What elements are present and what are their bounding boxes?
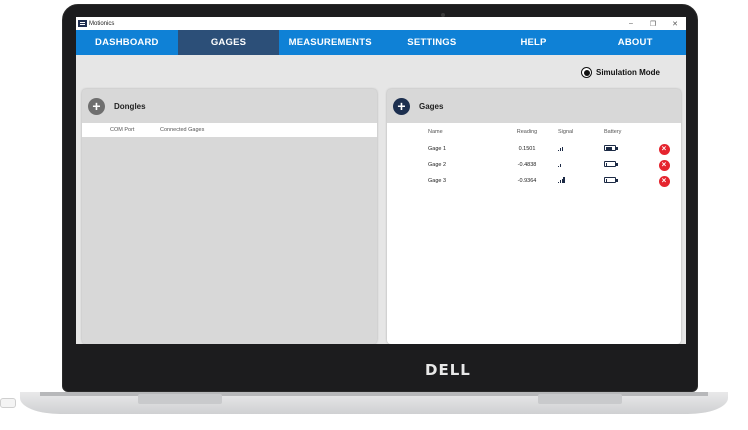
maximize-button[interactable]: ❐ xyxy=(642,17,664,30)
simulation-mode-radio[interactable] xyxy=(581,67,592,78)
simulation-mode-toggle[interactable]: Simulation Mode xyxy=(581,67,660,78)
dongles-title: Dongles xyxy=(114,101,146,111)
gage-name: Gage 2 xyxy=(428,162,447,168)
tab-help[interactable]: HELP xyxy=(483,30,585,55)
battery-icon xyxy=(604,161,618,167)
gage-reading: 0.1501 xyxy=(518,146,536,152)
window-controls: – ❐ ✕ xyxy=(620,17,686,30)
column-battery: Battery xyxy=(604,129,622,135)
table-row: Gage 3 -0.9364 × xyxy=(387,173,681,189)
tab-gages[interactable]: GAGES xyxy=(177,30,280,55)
add-gage-button[interactable]: + xyxy=(393,97,410,115)
stylus-pen xyxy=(0,398,16,408)
gages-header: + Gages xyxy=(387,89,681,123)
dongles-header: + Dongles xyxy=(82,89,377,123)
column-com-port: COM Port xyxy=(110,127,135,133)
app-window: Motionics – ❐ ✕ DASHBOARD GAGES MEASUREM… xyxy=(76,17,686,344)
remove-gage-button[interactable]: × xyxy=(658,143,670,155)
table-row: Gage 1 0.1501 × xyxy=(387,141,681,157)
window-title: Motionics xyxy=(89,20,115,27)
gages-title: Gages xyxy=(419,101,444,111)
column-reading: Reading xyxy=(516,129,538,135)
tab-dashboard[interactable]: DASHBOARD xyxy=(76,30,178,55)
main-nav: DASHBOARD GAGES MEASUREMENTS SETTINGS HE… xyxy=(76,30,686,55)
signal-strength-icon xyxy=(558,177,565,183)
column-signal: Signal xyxy=(558,129,574,135)
close-button[interactable]: ✕ xyxy=(664,17,686,30)
dongles-panel: + Dongles COM Port Connected Gages xyxy=(82,89,377,344)
remove-gage-button[interactable]: × xyxy=(658,159,670,171)
gages-table: Name Reading Signal Battery Gage 1 0.1501… xyxy=(387,123,681,344)
gage-reading: -0.9364 xyxy=(517,178,537,184)
battery-cell xyxy=(598,145,654,153)
dongles-table-header: COM Port Connected Gages xyxy=(82,123,377,137)
gages-rows: Gage 1 0.1501 × Gage 2 -0.4838 × Gage 3 -0.9364… xyxy=(387,141,681,189)
remove-cell: × xyxy=(654,175,674,187)
tab-settings[interactable]: SETTINGS xyxy=(381,30,483,55)
minimize-button[interactable]: – xyxy=(620,17,642,30)
gage-reading: -0.4838 xyxy=(517,162,537,168)
signal-cell xyxy=(558,145,598,153)
signal-strength-icon xyxy=(558,145,563,151)
battery-cell xyxy=(598,177,654,185)
gage-name: Gage 3 xyxy=(428,178,447,184)
remove-cell: × xyxy=(654,159,674,171)
tab-about[interactable]: ABOUT xyxy=(584,30,686,55)
add-dongle-button[interactable]: + xyxy=(88,97,105,115)
tab-measurements[interactable]: MEASUREMENTS xyxy=(279,30,381,55)
hinge-right xyxy=(538,394,622,404)
simulation-mode-label: Simulation Mode xyxy=(596,68,660,77)
gage-name: Gage 1 xyxy=(428,146,447,152)
battery-icon xyxy=(604,177,618,183)
signal-cell xyxy=(558,177,598,185)
remove-gage-button[interactable]: × xyxy=(658,175,670,187)
gages-panel: + Gages Name Reading Signal Battery Gage… xyxy=(387,89,681,344)
title-bar: Motionics – ❐ ✕ xyxy=(76,17,686,30)
column-name: Name xyxy=(428,129,443,135)
column-connected-gages: Connected Gages xyxy=(160,127,205,133)
battery-icon xyxy=(604,145,618,151)
app-logo-icon xyxy=(78,20,87,27)
hinge-left xyxy=(138,394,222,404)
gages-table-header: Name Reading Signal Battery xyxy=(387,123,681,141)
table-row: Gage 2 -0.4838 × xyxy=(387,157,681,173)
signal-cell xyxy=(558,161,598,169)
brand-logo: DELL xyxy=(425,361,471,379)
battery-cell xyxy=(598,161,654,169)
remove-cell: × xyxy=(654,143,674,155)
radio-selected-dot xyxy=(583,69,590,76)
signal-strength-icon xyxy=(558,161,561,167)
